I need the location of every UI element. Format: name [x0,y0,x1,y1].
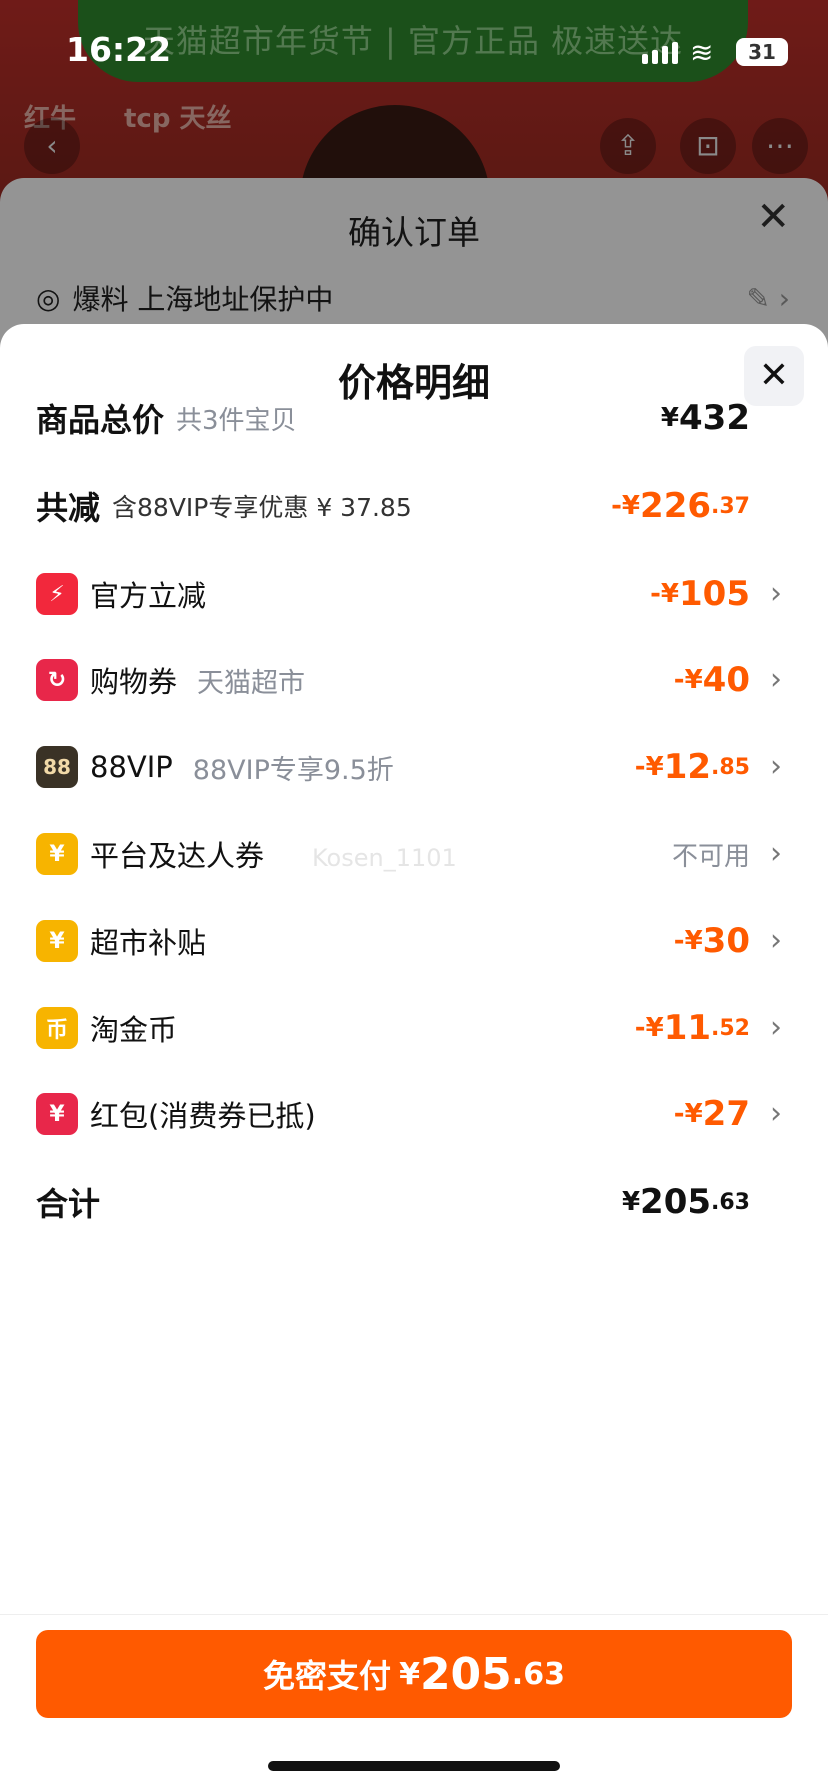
item-label: 超市补贴 [90,926,207,960]
pay-currency: ¥ [399,1656,420,1692]
amount-prefix: -¥ [673,1099,703,1129]
red-packet-icon: ¥ [36,1093,78,1135]
amount-prefix: -¥ [673,926,703,956]
battery-icon: 31 [736,38,788,66]
discount-row-supermarket-subsidy[interactable]: ¥ 超市补贴 -¥ 30 › [0,911,828,971]
item-label: 红包(消费券已抵) [90,1099,316,1133]
discount-row-88vip[interactable]: 88 88VIP 88VIP专享9.5折 -¥ 12.85 › [0,737,828,797]
grand-total-label: 合计 [36,1185,101,1223]
discount-row-red-packet[interactable]: ¥ 红包(消费券已抵) -¥ 27 › [0,1084,828,1144]
divider [0,1614,828,1615]
item-label: 平台及达人券 [90,839,265,873]
pay-button-label: 免密支付 [263,1657,392,1695]
amount-dec: .85 [711,754,750,780]
chevron-right-icon: › [770,576,782,611]
lightning-icon: ⚡ [36,573,78,615]
item-label: 购物券 [90,665,178,699]
amount-prefix: -¥ [634,752,664,782]
chevron-right-icon: › [770,1010,782,1045]
pay-amount-int: 205 [419,1648,512,1700]
item-label: 淘金币 [90,1013,178,1047]
chevron-right-icon: › [770,923,782,958]
amount-int: 27 [702,1094,750,1134]
tmall-cat-icon: ¥ [36,833,78,875]
discount-row-official[interactable]: ⚡ 官方立减 -¥ 105 › [0,564,828,624]
currency-symbol: ¥ [621,1187,641,1217]
home-indicator [268,1761,560,1771]
signal-icon [642,42,678,64]
discount-row-coupon[interactable]: ↻ 购物券 天猫超市 -¥ 40 › [0,650,828,710]
coin-icon: 币 [36,1007,78,1049]
watermark: Kosen_1101 [312,844,457,872]
total-goods-count: 共3件宝贝 [176,405,297,436]
amount-int: 11 [663,1008,712,1048]
amount-prefix: -¥ [611,491,641,521]
amount-prefix: -¥ [673,665,703,695]
chevron-right-icon: › [770,749,782,784]
tmall-cat-icon: ¥ [36,920,78,962]
chevron-right-icon: › [770,662,782,697]
item-label: 88VIP [90,750,173,784]
coupon-icon: ↻ [36,659,78,701]
total-goods-label: 商品总价 [36,401,165,439]
currency-symbol: ¥ [660,403,680,433]
vip-88-icon: 88 [36,746,78,788]
item-sub: 天猫超市 [197,667,306,699]
total-goods-amount: 432 [679,398,750,438]
total-reduce-row: 共减 含88VIP专享优惠 ¥ 37.85 -¥ 226.37 [0,476,828,536]
pay-amount-dec: .63 [511,1656,565,1692]
chevron-right-icon: › [770,836,782,871]
status-time: 16:22 [66,30,172,69]
amount-prefix: -¥ [634,1013,664,1043]
price-detail-sheet: 价格明细 ✕ 商品总价 共3件宝贝 ¥432 共减 含88VIP专享优惠 ¥ 3… [0,324,828,1792]
amount-int: 40 [702,660,750,700]
amount-int: 30 [702,921,750,961]
item-label: 官方立减 [90,579,207,613]
amount-int: 12 [663,747,712,787]
amount-dec: .52 [711,1015,750,1041]
total-reduce-label: 共减 [36,489,101,527]
total-goods-row: 商品总价 共3件宝贝 ¥432 [0,388,828,448]
chevron-right-icon: › [770,1096,782,1131]
item-sub: 88VIP专享9.5折 [192,754,394,786]
grand-total-row: 合计 ¥205.63 [0,1172,828,1232]
unavailable-text: 不可用 [671,841,750,872]
amount-dec: .63 [711,1189,750,1215]
total-reduce-sub: 含88VIP专享优惠 ¥ 37.85 [112,493,412,522]
pay-button[interactable]: 免密支付 ¥ 205 .63 [36,1630,792,1718]
discount-row-taojinbi[interactable]: 币 淘金币 -¥ 11.52 › [0,998,828,1058]
amount-int: 205 [640,1182,712,1222]
amount-prefix: -¥ [650,579,680,609]
amount-int: 105 [679,574,750,614]
amount-dec: .37 [711,493,750,519]
amount-int: 226 [640,486,712,526]
status-bar: 16:22 ≋ 31 [0,0,828,100]
wifi-icon: ≋ [690,36,714,69]
